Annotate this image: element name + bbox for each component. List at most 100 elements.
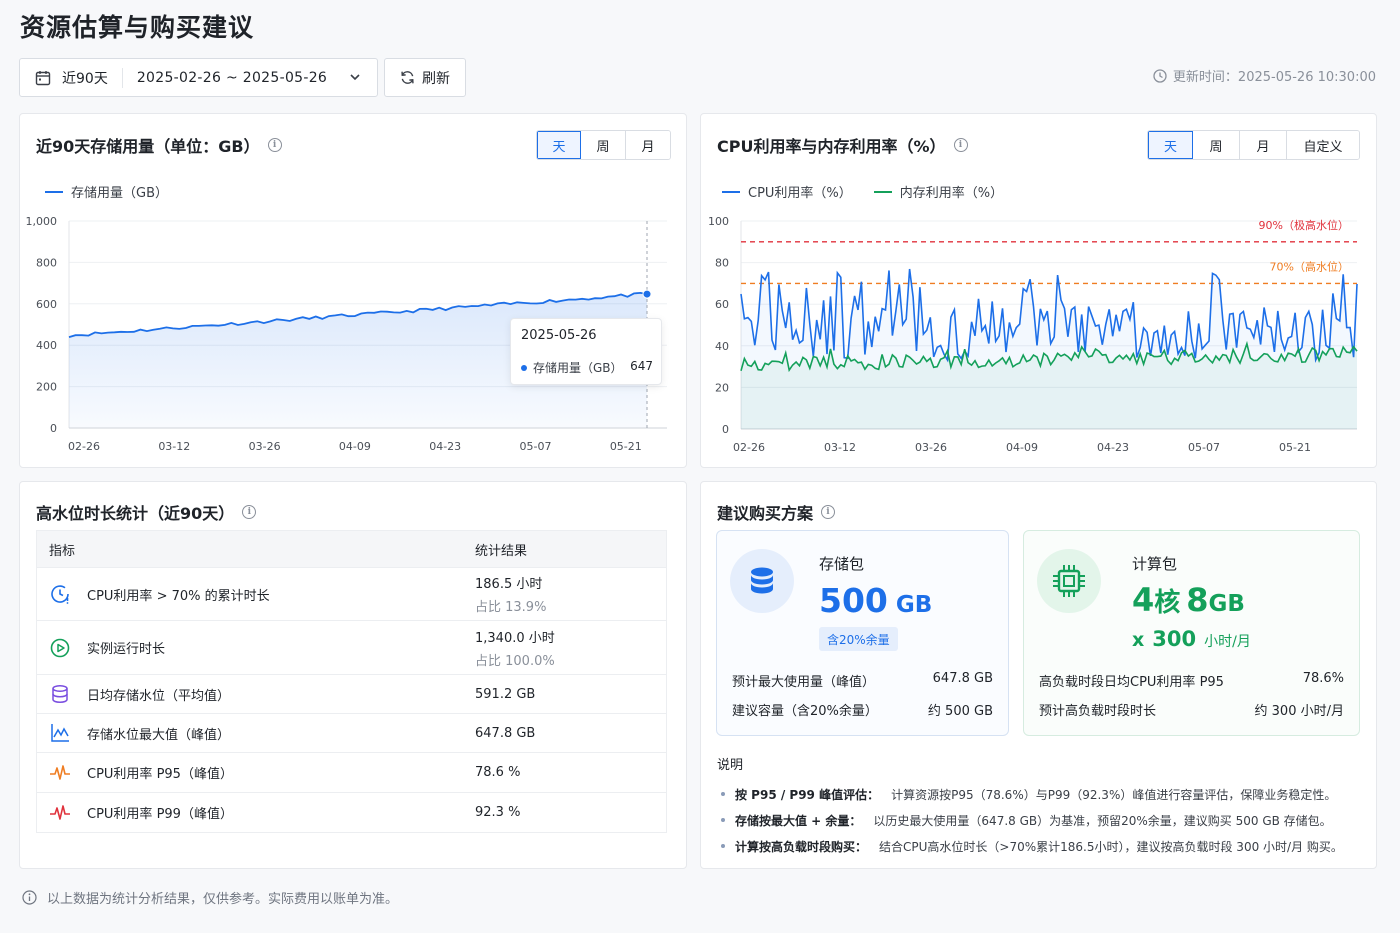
database-icon — [730, 549, 794, 613]
cpu-chip-icon — [1037, 549, 1101, 613]
y-tick-label: 0 — [722, 423, 729, 436]
storage-amount: 500 GB — [819, 581, 933, 620]
hw-card-title: 高水位时长统计（近90天） — [36, 504, 235, 523]
y-tick-label: 200 — [36, 381, 57, 394]
note-item: 存储按最大值 + 余量： 以历史最大使用量（647.8 GB）为基准，预留20%余… — [717, 807, 1357, 833]
date-range-picker[interactable]: 近90天 2025-02-26 ~ 2025-05-26 — [19, 58, 378, 97]
row-metric: CPU利用率 P95（峰值） — [87, 767, 233, 782]
table-header: 指标 统计结果 — [37, 531, 666, 568]
compute-spec: 4 核 8 GB — [1132, 581, 1245, 619]
recommendation-card: 建议购买方案 i 存储包 500 GB 含20%余量 预计最大使用量（峰值） 64… — [700, 481, 1377, 869]
table-row: CPU利用率 P99（峰值） 92.3 % — [37, 793, 666, 832]
note-item: 计算按高负载时段购买： 结合CPU高水位时长（>70%累计186.5小时），建议按… — [717, 833, 1357, 859]
col-result: 统计结果 — [475, 543, 528, 559]
tooltip-value: 647 — [630, 359, 653, 373]
row-metric: CPU利用率 > 70% 的累计时长 — [87, 588, 270, 604]
refresh-label: 刷新 — [422, 70, 450, 87]
table-row: CPU利用率 > 70% 的累计时长 186.5 小时 占比 13.9% — [37, 568, 666, 621]
pulse-red-icon — [49, 802, 71, 824]
info-icon[interactable]: i — [242, 505, 257, 519]
chevron-down-icon[interactable] — [349, 71, 361, 83]
kv-row: 高负载时段日均CPU利用率 P95 78.6% — [1039, 671, 1344, 690]
y-tick-label: 100 — [708, 215, 729, 228]
page-title: 资源估算与购买建议 — [20, 13, 255, 42]
date-range-value: 2025-02-26 ~ 2025-05-26 — [136, 69, 328, 86]
x-tick-label: 05-21 — [1279, 441, 1311, 454]
row-value: 92.3 % — [475, 805, 521, 820]
col-metric: 指标 — [49, 543, 76, 559]
y-tick-label: 1,000 — [26, 215, 58, 228]
clock-icon — [1153, 68, 1167, 83]
y-tick-label: 600 — [36, 298, 57, 311]
x-tick-label: 04-23 — [429, 440, 461, 453]
storage-package-name: 存储包 — [819, 555, 865, 573]
x-tick-label: 04-09 — [339, 440, 371, 453]
kv-row: 建议容量（含20%余量）约 500 GB — [732, 704, 993, 719]
reference-label: 90%（极高水位） — [1259, 218, 1349, 232]
x-tick-label: 03-26 — [915, 441, 947, 454]
cpu-memory-card: CPU利用率与内存利用率（%） i 天 周 月 自定义 CPU利用率（%） 内存… — [700, 113, 1377, 468]
table-row: 存储水位最大值（峰值） 647.8 GB — [37, 714, 666, 753]
x-tick-label: 05-07 — [520, 440, 552, 453]
high-water-card: 高水位时长统计（近90天） i 指标 统计结果 CPU利用率 > 70% 的累计… — [19, 481, 687, 869]
notes-section: 说明 按 P95 / P99 峰值评估： 计算资源按P95（78.6%）与P99（… — [717, 754, 1357, 859]
compute-package: 计算包 4 核 8 GB x 300 小时/月 高负载时段日均CPU利用率 P9… — [1023, 530, 1360, 736]
tooltip-date: 2025-05-26 — [521, 328, 597, 343]
x-tick-label: 03-12 — [158, 440, 190, 453]
row-metric: 日均存储水位（平均值） — [87, 688, 231, 704]
update-time: 更新时间：2025-05-26 10:30:00 — [1153, 66, 1376, 85]
clock-alert-icon — [49, 583, 71, 605]
row-metric: 实例运行时长 — [87, 642, 166, 657]
y-tick-label: 20 — [715, 381, 729, 394]
play-circle-icon — [49, 637, 71, 659]
rec-card-title: 建议购买方案 — [717, 504, 814, 523]
row-sub: 占比 100.0% — [475, 653, 555, 669]
info-icon — [22, 890, 37, 905]
row-value: 186.5 小时 — [475, 577, 543, 592]
compute-package-name: 计算包 — [1132, 555, 1178, 573]
x-tick-label: 02-26 — [733, 441, 765, 454]
storage-usage-card: 近90天存储用量（单位：GB） i 天 周 月 存储用量（GB） 0 200 400… — [19, 113, 687, 468]
reference-label: 70%（高水位） — [1270, 259, 1349, 273]
database-icon — [49, 683, 71, 705]
kv-row: 预计高负载时段时长约 300 小时/月 — [1039, 704, 1344, 719]
y-tick-label: 800 — [36, 256, 57, 269]
x-tick-label: 03-26 — [249, 440, 281, 453]
note-item: 按 P95 / P99 峰值评估： 计算资源按P95（78.6%）与P99（92.… — [717, 781, 1357, 807]
y-tick-label: 60 — [715, 298, 729, 311]
storage-chart: 0 200 400 600 800 1,000 02-26 03-12 03-26 04-09 04… — [26, 215, 667, 453]
row-value: 591.2 GB — [475, 686, 536, 702]
footer-note: 以上数据为统计分析结果，仅供参考。实际费用以账单为准。 — [22, 888, 398, 907]
table-row: 日均存储水位（平均值） 591.2 GB — [37, 675, 666, 714]
row-value: 1,340.0 小时 — [475, 630, 555, 646]
pulse-orange-icon — [49, 762, 71, 784]
row-metric: 存储水位最大值（峰值） — [87, 727, 231, 743]
y-tick-label: 40 — [715, 340, 729, 353]
x-tick-label: 05-21 — [610, 440, 642, 453]
area-chart-icon — [49, 722, 71, 744]
high-water-table: 指标 统计结果 CPU利用率 > 70% 的累计时长 186.5 小时 占比 13… — [36, 530, 667, 833]
table-row: CPU利用率 P95（峰值） 78.6 % — [37, 753, 666, 793]
storage-tooltip: 2025-05-26 存储用量（GB） 647 — [510, 318, 662, 385]
margin-badge: 含20%余量 — [819, 627, 898, 651]
notes-title: 说明 — [717, 758, 744, 773]
compute-hours: x 300 小时/月 — [1132, 627, 1251, 651]
y-tick-label: 400 — [36, 339, 57, 352]
y-tick-label: 0 — [50, 422, 57, 435]
row-metric: CPU利用率 P99（峰值） — [87, 807, 233, 822]
x-tick-label: 04-23 — [1097, 441, 1129, 454]
x-tick-label: 05-07 — [1188, 441, 1220, 454]
calendar-icon — [35, 70, 51, 86]
info-icon[interactable]: i — [821, 505, 836, 519]
x-tick-label: 02-26 — [68, 440, 100, 453]
x-tick-label: 03-12 — [824, 441, 856, 454]
refresh-icon — [400, 70, 415, 85]
cpu-memory-chart: 0 20 40 60 80 100 90%（极高水位） 70%（高水位） 02-26 03-12 0… — [708, 215, 1358, 454]
kv-row: 预计最大使用量（峰值） 647.8 GB — [732, 671, 993, 690]
refresh-button[interactable]: 刷新 — [384, 58, 466, 97]
tooltip-label: 存储用量（GB） — [533, 361, 623, 375]
hover-point — [642, 289, 652, 299]
table-row: 实例运行时长 1,340.0 小时 占比 100.0% — [37, 621, 666, 675]
row-sub: 占比 13.9% — [475, 600, 547, 615]
y-tick-label: 80 — [715, 257, 729, 270]
